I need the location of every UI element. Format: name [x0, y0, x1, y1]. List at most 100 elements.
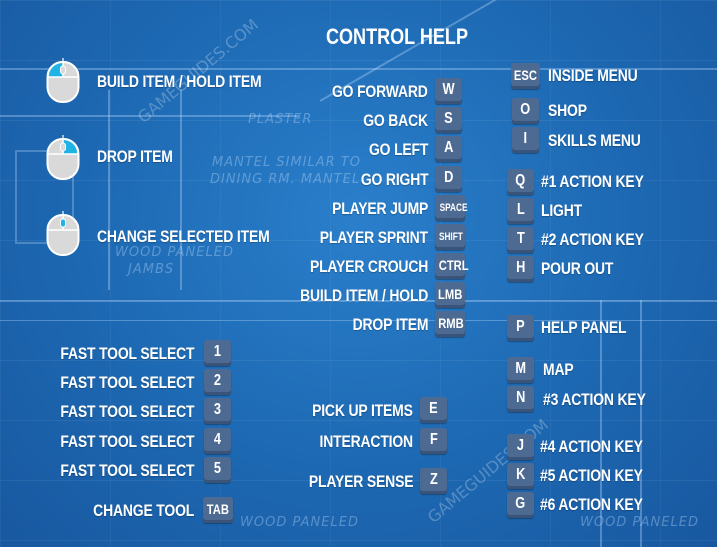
control-label: PLAYER SENSE [308, 472, 414, 491]
key-label: F [429, 431, 438, 448]
control-label: INSIDE MENU [548, 66, 638, 85]
control-label: PLAYER CROUCH [309, 257, 428, 276]
key-label: K [515, 466, 526, 483]
mouse-right-click-icon [46, 135, 80, 180]
control-label: INTERACTION [319, 432, 414, 451]
control-label: #1 ACTION KEY [541, 172, 644, 191]
control-label: GO LEFT [368, 140, 428, 159]
key-f: F [420, 428, 447, 454]
key-h: H [507, 256, 534, 282]
control-label: BUILD ITEM / HOLD [299, 286, 428, 305]
control-label: #2 ACTION KEY [541, 230, 644, 249]
key-label: O [520, 101, 531, 118]
key-label: T [516, 230, 525, 247]
key-e: E [420, 397, 447, 423]
key-label: 2 [213, 372, 222, 389]
key-shift: SHIFT [435, 224, 465, 250]
sketch-label: WOOD PANELED [115, 245, 234, 260]
control-label: PLAYER JUMP [331, 199, 428, 218]
control-label: HELP PANEL [541, 318, 627, 337]
key-g: G [507, 492, 534, 518]
key-2: 2 [204, 369, 231, 395]
key-label: Q [515, 172, 526, 189]
key-label: A [443, 139, 454, 156]
key-3: 3 [204, 398, 231, 424]
control-label: MAP [543, 360, 574, 379]
key-label: E [429, 400, 438, 417]
mouse-control-label: CHANGE SELECTED ITEM [97, 227, 270, 246]
control-label: PICK UP ITEMS [312, 401, 413, 420]
control-label: #3 ACTION KEY [543, 390, 646, 409]
key-label: 5 [213, 460, 222, 477]
key-i: I [512, 127, 539, 153]
control-label: FAST TOOL SELECT [60, 432, 194, 451]
key-label: D [443, 169, 454, 186]
key-d: D [435, 166, 462, 192]
sketch-label: WOOD PANELED [240, 515, 359, 530]
key-esc: ESC [511, 63, 540, 89]
key-label: CTRL [438, 257, 469, 273]
mouse-left-click-icon [46, 58, 80, 103]
control-label: POUR OUT [541, 259, 614, 278]
control-label: FAST TOOL SELECT [60, 373, 194, 392]
blueprint-line [180, 90, 182, 290]
key-label: P [516, 318, 525, 335]
sketch-label: MANTEL SIMILAR TO [212, 155, 361, 170]
control-label: PLAYER SPRINT [319, 228, 428, 247]
key-label: ESC [513, 67, 538, 83]
key-j: J [507, 434, 534, 460]
key-label: 1 [213, 343, 222, 360]
key-l: L [507, 198, 534, 224]
key-w: W [435, 78, 462, 104]
mouse-control-label: BUILD ITEM / HOLD ITEM [97, 72, 262, 91]
key-space: SPACE [435, 195, 468, 221]
control-label: DROP ITEM [352, 315, 428, 334]
key-label: 3 [213, 401, 222, 418]
key-tab: TAB [203, 497, 233, 523]
key-label: LMB [438, 286, 463, 302]
key-label: TAB [206, 501, 230, 517]
control-label: FAST TOOL SELECT [60, 461, 194, 480]
key-label: RMB [438, 315, 464, 331]
key-k: K [507, 463, 534, 489]
key-label: J [516, 437, 525, 454]
control-label: GO FORWARD [332, 82, 428, 101]
key-p: P [507, 315, 534, 341]
control-label: #5 ACTION KEY [540, 466, 643, 485]
key-label: H [515, 259, 526, 276]
sketch-label: PLASTER [248, 112, 313, 127]
key-4: 4 [204, 428, 231, 454]
key-n: N [507, 386, 534, 412]
key-lmb: LMB [435, 282, 465, 308]
key-rmb: RMB [435, 311, 465, 337]
key-a: A [435, 136, 462, 162]
sketch-label: DINING RM. MANTEL [210, 172, 361, 187]
key-t: T [507, 227, 534, 253]
key-z: Z [420, 468, 447, 494]
key-label: 4 [213, 431, 222, 448]
sketch-label: JAMBS [128, 262, 175, 277]
key-1: 1 [204, 340, 231, 366]
control-label: #6 ACTION KEY [540, 495, 643, 514]
key-label: SPACE [439, 202, 468, 214]
key-label: L [516, 201, 525, 218]
control-label: SKILLS MENU [548, 131, 641, 150]
blueprint-line [108, 90, 110, 290]
control-label: #4 ACTION KEY [540, 437, 643, 456]
control-label: GO BACK [363, 111, 428, 130]
key-s: S [435, 107, 462, 133]
mouse-scroll-wheel-icon [46, 211, 80, 256]
key-label: M [515, 360, 526, 377]
sketch-label: WOOD PANELED [580, 515, 699, 530]
key-q: Q [507, 169, 534, 195]
key-label: SHIFT [438, 231, 463, 243]
key-label: N [515, 389, 526, 406]
key-5: 5 [204, 457, 231, 483]
control-label: CHANGE TOOL [93, 501, 194, 520]
control-label: LIGHT [541, 201, 582, 220]
key-label: Z [429, 471, 438, 488]
key-o: O [512, 98, 539, 124]
key-label: G [515, 495, 526, 512]
control-label: GO RIGHT [360, 170, 428, 189]
key-label: I [523, 130, 528, 147]
